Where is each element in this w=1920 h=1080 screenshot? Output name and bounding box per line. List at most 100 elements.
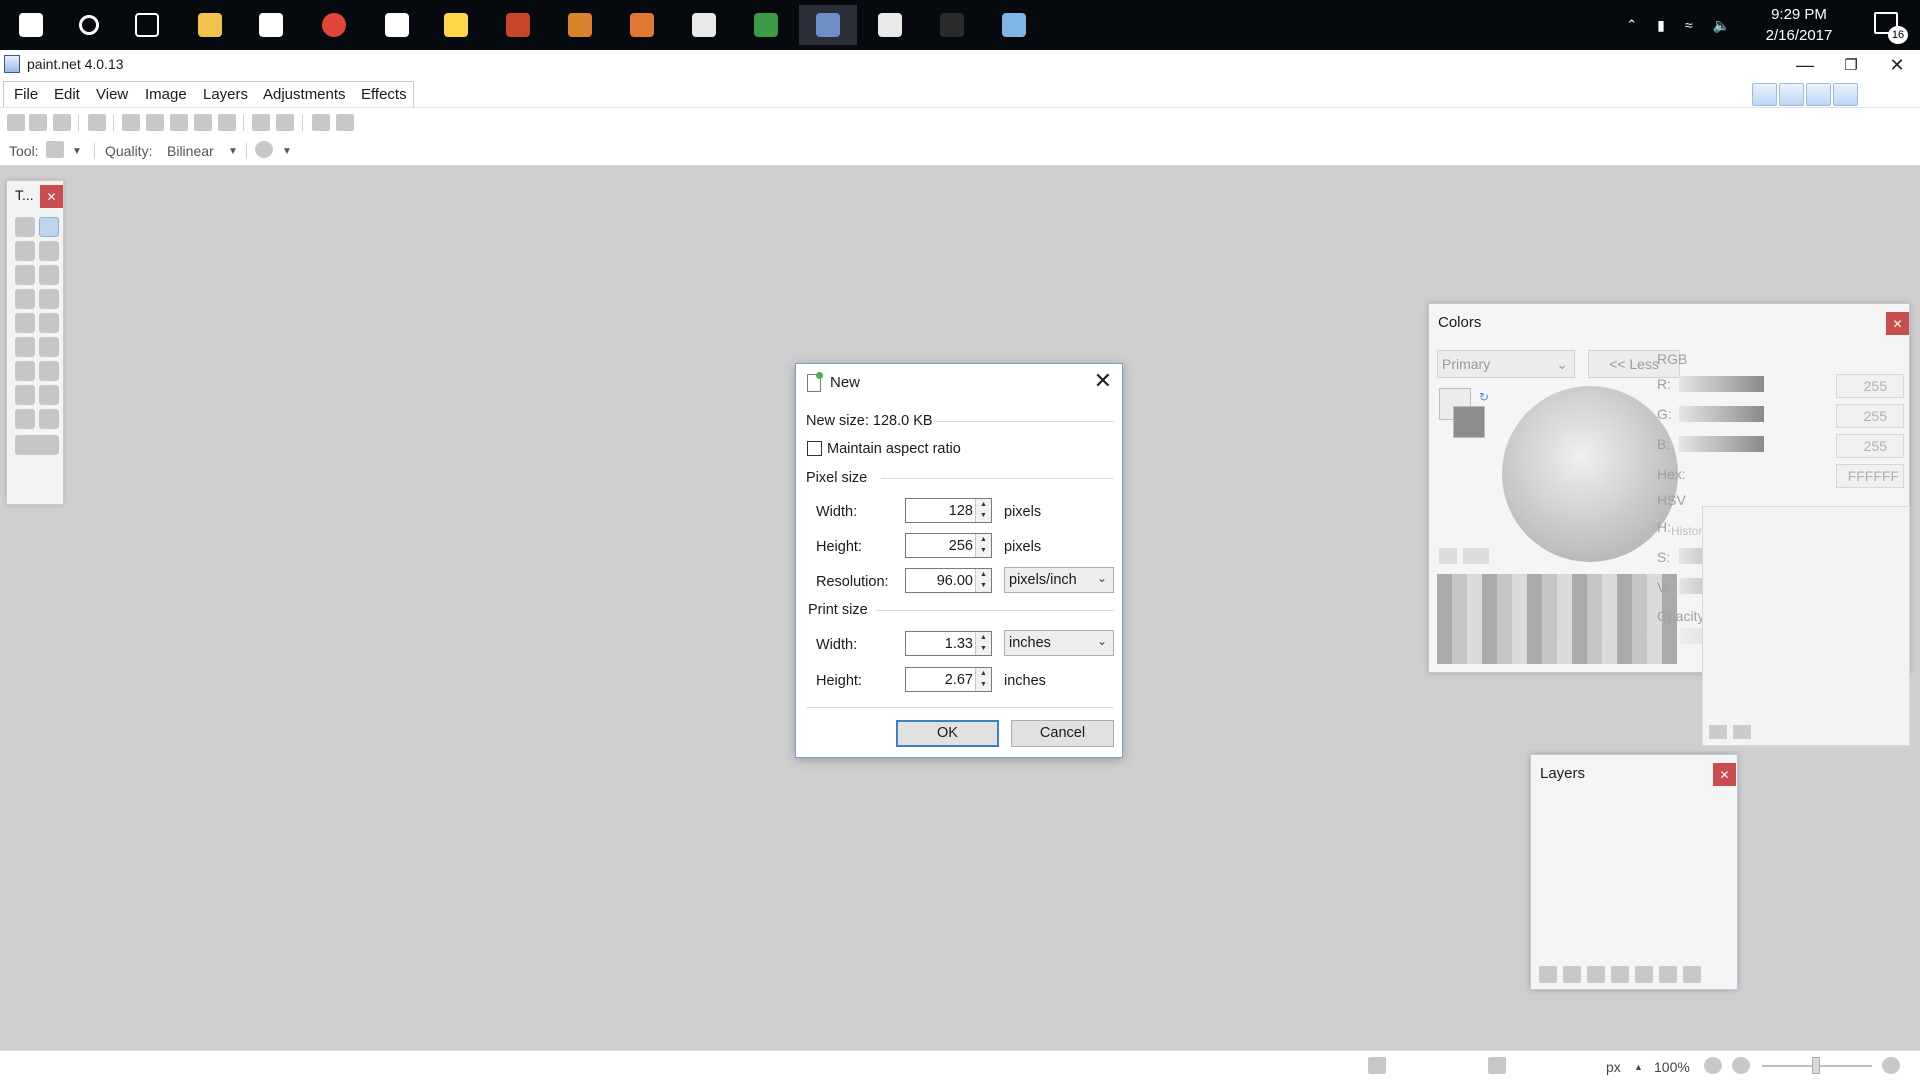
save-icon[interactable] [53, 114, 71, 131]
rectangle-select-icon[interactable] [15, 217, 35, 237]
g-value-field[interactable]: 255 [1836, 404, 1904, 428]
undo-icon[interactable] [252, 114, 270, 131]
spin-arrows-icon[interactable]: ▲ ▼ [975, 499, 991, 522]
help-icon[interactable] [1887, 83, 1912, 106]
ellipse-select-icon[interactable] [15, 265, 35, 285]
text-icon[interactable] [15, 409, 35, 429]
chevron-up-icon[interactable]: ⌃ [1626, 17, 1637, 33]
menu-adjustments[interactable]: Adjustments [255, 80, 354, 108]
paintbrush-icon[interactable] [15, 337, 35, 357]
redo-icon[interactable] [276, 114, 294, 131]
settings-gear-icon[interactable] [1860, 83, 1885, 106]
secondary-color-swatch[interactable] [1453, 406, 1485, 438]
battery-icon[interactable]: ▮ [1657, 17, 1665, 34]
merge-layer-icon[interactable] [1611, 966, 1629, 983]
move-selection-icon[interactable] [46, 141, 64, 158]
spin-arrows-icon[interactable]: ▲ ▼ [975, 668, 991, 691]
height-stepper[interactable]: 256 ▲ ▼ [905, 533, 992, 558]
history-redo-icon[interactable] [1733, 725, 1751, 739]
menu-view[interactable]: View [88, 80, 136, 108]
antialias-dropdown-icon[interactable]: ▼ [282, 146, 292, 157]
menu-effects[interactable]: Effects [353, 80, 415, 108]
print-icon[interactable] [88, 114, 106, 131]
b-slider[interactable] [1679, 436, 1764, 452]
colors-window-toggle-icon[interactable] [1833, 83, 1858, 106]
paintnet-taskbar-icon[interactable] [799, 5, 857, 45]
restore-icon[interactable]: ❐ [1828, 50, 1874, 80]
game-app-icon[interactable] [489, 5, 547, 45]
eraser-icon[interactable] [39, 337, 59, 357]
minimize-icon[interactable]: — [1782, 50, 1828, 80]
print-height-stepper[interactable]: 2.67 ▲ ▼ [905, 667, 992, 692]
system-clock[interactable]: 9:29 PM 2/16/2017 [1754, 4, 1844, 46]
maintain-aspect-checkbox[interactable] [807, 441, 822, 456]
g-slider[interactable] [1679, 406, 1764, 422]
line-curve-icon[interactable] [39, 409, 59, 429]
colors-close-icon[interactable]: ✕ [1886, 312, 1909, 335]
new-image-icon[interactable] [7, 114, 25, 131]
maintain-aspect-label[interactable]: Maintain aspect ratio [827, 441, 961, 457]
duplicate-layer-icon[interactable] [1587, 966, 1605, 983]
resolution-unit-select[interactable]: pixels/inch ⌄ [1004, 567, 1114, 593]
open-icon[interactable] [29, 114, 47, 131]
magic-wand-icon[interactable] [15, 289, 35, 309]
gradient-icon[interactable] [39, 313, 59, 333]
sticky-notes-icon[interactable] [427, 5, 485, 45]
r-slider[interactable] [1679, 376, 1764, 392]
java-icon[interactable] [861, 5, 919, 45]
grid-icon[interactable] [312, 114, 330, 131]
menu-file[interactable]: File [6, 80, 46, 108]
tools-window-toggle-icon[interactable] [1752, 83, 1777, 106]
paint-bucket-icon[interactable] [15, 313, 35, 333]
menu-layers[interactable]: Layers [195, 80, 256, 108]
width-stepper[interactable]: 128 ▲ ▼ [905, 498, 992, 523]
app-icon-b[interactable] [551, 5, 609, 45]
zoom-fit-icon[interactable] [1704, 1057, 1722, 1074]
color-palette[interactable] [1437, 574, 1677, 664]
spin-arrows-icon[interactable]: ▲ ▼ [975, 534, 991, 557]
layer-properties-icon[interactable] [1683, 966, 1701, 983]
quality-select[interactable]: Bilinear [167, 143, 214, 159]
cut-icon[interactable] [122, 114, 140, 131]
zoom-value[interactable]: 100% [1654, 1059, 1690, 1075]
lasso-select-icon[interactable] [15, 241, 35, 261]
tools-close-icon[interactable]: ✕ [40, 185, 63, 208]
pan-icon[interactable] [39, 289, 59, 309]
move-selection-icon[interactable] [39, 217, 59, 237]
chrome-icon[interactable] [305, 5, 363, 45]
deselect-icon[interactable] [218, 114, 236, 131]
ruler-icon[interactable] [336, 114, 354, 131]
add-to-palette-icon[interactable] [1439, 548, 1457, 564]
swap-colors-icon[interactable]: ↻ [1479, 390, 1489, 404]
add-layer-icon[interactable] [1539, 966, 1557, 983]
palette-menu-icon[interactable] [1463, 548, 1489, 564]
file-explorer-icon[interactable] [181, 5, 239, 45]
move-layer-up-icon[interactable] [1635, 966, 1653, 983]
units-dropdown-icon[interactable]: ▲ [1634, 1062, 1643, 1072]
start-icon[interactable] [2, 5, 60, 45]
clone-stamp-icon[interactable] [15, 385, 35, 405]
zoom-in-icon[interactable] [1882, 1057, 1900, 1074]
copy-icon[interactable] [146, 114, 164, 131]
pencil-icon[interactable] [15, 361, 35, 381]
hex-value-field[interactable]: FFFFFF [1836, 464, 1904, 488]
cortana-icon[interactable] [60, 5, 118, 45]
units-select[interactable]: px [1606, 1059, 1621, 1075]
paste-icon[interactable] [170, 114, 188, 131]
antialias-icon[interactable] [255, 141, 273, 158]
document-app-icon[interactable] [675, 5, 733, 45]
b-value-field[interactable]: 255 [1836, 434, 1904, 458]
spin-arrows-icon[interactable]: ▲ ▼ [975, 632, 991, 655]
volume-icon[interactable]: 🔈 [1713, 17, 1730, 34]
history-undo-icon[interactable] [1709, 725, 1727, 739]
menu-edit[interactable]: Edit [46, 80, 88, 108]
wifi-icon[interactable]: ≈ [1685, 17, 1693, 33]
color-wheel[interactable] [1502, 386, 1678, 562]
recolor-icon[interactable] [39, 385, 59, 405]
app-icon-d[interactable] [985, 5, 1043, 45]
dialog-close-icon[interactable]: ✕ [1094, 370, 1112, 392]
color-mode-select[interactable]: Primary ⌄ [1437, 350, 1575, 378]
console-icon[interactable] [923, 5, 981, 45]
menu-image[interactable]: Image [137, 80, 195, 108]
store-icon[interactable] [242, 5, 300, 45]
